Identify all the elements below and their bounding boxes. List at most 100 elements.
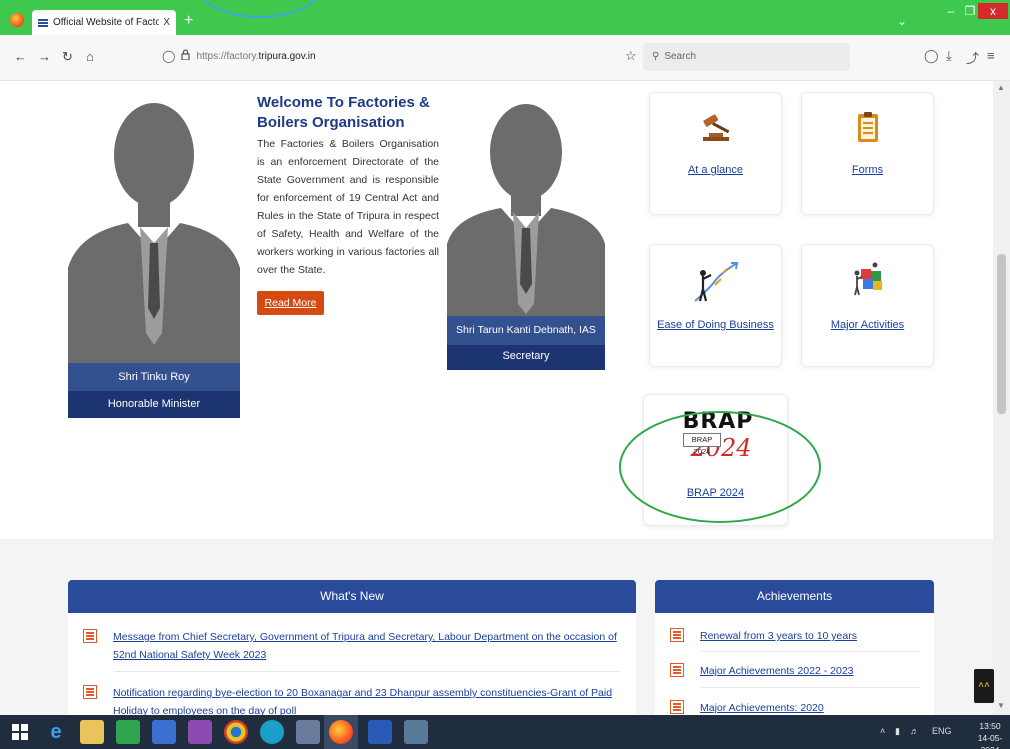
achievement-item[interactable]: Renewal from 3 years to 10 years bbox=[670, 627, 919, 645]
secretary-photo bbox=[447, 94, 605, 316]
app-icon[interactable] bbox=[152, 720, 176, 744]
minimize-button[interactable]: – bbox=[944, 3, 958, 19]
chrome-icon[interactable] bbox=[224, 720, 248, 744]
reload-icon[interactable]: ↻ bbox=[62, 49, 73, 65]
achievement-item-text[interactable]: Major Achievements: 2020 bbox=[700, 699, 824, 715]
language-indicator[interactable]: ENG bbox=[932, 726, 952, 736]
page-content: Shri Tinku Roy Honorable Minister Welcom… bbox=[0, 81, 993, 715]
scroll-up-icon[interactable]: ▲ bbox=[997, 83, 1005, 92]
secretary-card: Shri Tarun Kanti Debnath, IAS Secretary bbox=[447, 94, 605, 370]
clock-date: 14-05-2024 bbox=[977, 733, 1003, 749]
back-arrow-icon[interactable]: ← bbox=[14, 49, 27, 64]
achievement-item-text[interactable]: Renewal from 3 years to 10 years bbox=[700, 627, 857, 645]
browser-navbar: ← → ↻ ⌂ ◯ https://factory. tripura.gov.in… bbox=[0, 35, 1010, 81]
divider bbox=[701, 687, 919, 688]
document-icon bbox=[83, 685, 97, 699]
tab-close-icon[interactable]: X bbox=[163, 17, 170, 28]
back-to-top-button[interactable]: ˄˄ bbox=[974, 669, 994, 703]
forward-arrow-icon[interactable]: → bbox=[38, 49, 51, 64]
taskbar-clock[interactable]: 13:50 14-05-2024 bbox=[970, 720, 1010, 749]
whats-new-heading: What's New bbox=[68, 580, 636, 613]
volume-icon[interactable]: ♬ bbox=[910, 726, 919, 736]
secretary-name: Shri Tarun Kanti Debnath, IAS bbox=[447, 316, 605, 345]
tile-ease-of-doing-business[interactable]: Ease of Doing Business bbox=[649, 244, 782, 367]
tab-list-chevron-icon[interactable]: ⌄ bbox=[897, 14, 907, 28]
document-icon bbox=[83, 629, 97, 643]
divider bbox=[701, 651, 919, 652]
minister-card: Shri Tinku Roy Honorable Minister bbox=[68, 93, 240, 418]
address-bar[interactable]: ◯ https://factory. tripura.gov.in bbox=[162, 49, 316, 63]
firefox-taskbar-icon[interactable] bbox=[329, 720, 353, 744]
pocket-icon[interactable]: ◯ bbox=[924, 48, 939, 64]
app-icon[interactable] bbox=[188, 720, 212, 744]
tab-title: Official Website of Factories an bbox=[53, 17, 160, 28]
tile-forms[interactable]: Forms bbox=[801, 92, 934, 215]
news-item-text[interactable]: Notification regarding bye-election to 2… bbox=[113, 684, 621, 715]
lock-icon bbox=[181, 49, 191, 63]
ease-of-doing-business-link[interactable]: Ease of Doing Business bbox=[650, 319, 781, 331]
clock-time: 13:50 bbox=[979, 721, 1001, 731]
minister-designation: Honorable Minister bbox=[68, 391, 240, 418]
achievement-item[interactable]: Major Achievements: 2020 bbox=[670, 699, 919, 715]
secretary-designation: Secretary bbox=[447, 345, 605, 370]
search-input[interactable]: ⚲ Search bbox=[643, 43, 850, 71]
scroll-down-icon[interactable]: ▼ bbox=[997, 701, 1005, 710]
menu-icon[interactable]: ≡ bbox=[987, 48, 995, 63]
welcome-title: Welcome To Factories & Boilers Organisat… bbox=[257, 94, 430, 131]
shield-icon: ◯ bbox=[162, 49, 176, 63]
scroll-thumb[interactable] bbox=[997, 254, 1006, 414]
screen: Official Website of Factories an X + ⌄ –… bbox=[0, 0, 1010, 749]
highlight-circle bbox=[619, 411, 821, 523]
home-icon[interactable]: ⌂ bbox=[86, 49, 94, 64]
welcome-body: The Factories & Boilers Organisation is … bbox=[257, 138, 439, 276]
maximize-button[interactable]: ❐ bbox=[963, 3, 977, 19]
whats-new-panel: What's New Message from Chief Secretary,… bbox=[68, 580, 636, 715]
tile-major-activities[interactable]: Major Activities bbox=[801, 244, 934, 367]
page-scrollbar[interactable]: ▲ ▼ bbox=[993, 81, 1010, 715]
browser-tab[interactable]: Official Website of Factories an X bbox=[32, 10, 176, 35]
search-placeholder: Search bbox=[664, 51, 697, 62]
window-close-button[interactable]: x bbox=[978, 3, 1008, 19]
at-a-glance-link[interactable]: At a glance bbox=[650, 164, 781, 176]
download-icon[interactable]: ⤓ bbox=[946, 48, 952, 64]
tile-at-a-glance[interactable]: At a glance bbox=[649, 92, 782, 215]
search-icon: ⚲ bbox=[652, 51, 660, 62]
firefox-active-task[interactable] bbox=[324, 715, 358, 749]
divider bbox=[114, 671, 621, 672]
store-icon[interactable] bbox=[116, 720, 140, 744]
network-icon[interactable]: ▮ bbox=[895, 726, 900, 737]
internet-explorer-icon[interactable]: e bbox=[44, 720, 68, 744]
tray-chevron-icon[interactable]: ˄ bbox=[880, 726, 885, 736]
major-activities-link[interactable]: Major Activities bbox=[802, 319, 933, 331]
news-item[interactable]: Notification regarding bye-election to 2… bbox=[83, 684, 621, 715]
achievements-panel: Achievements Renewal from 3 years to 10 … bbox=[655, 580, 934, 715]
news-section: What's New Message from Chief Secretary,… bbox=[0, 539, 993, 715]
minister-photo bbox=[68, 93, 240, 363]
edge-icon[interactable] bbox=[260, 720, 284, 744]
site-favicon-icon bbox=[38, 18, 48, 28]
share-icon[interactable]: ⤴ bbox=[966, 48, 979, 67]
achievement-item-text[interactable]: Major Achievements 2022 - 2023 bbox=[700, 662, 854, 680]
minister-name: Shri Tinku Roy bbox=[68, 363, 240, 391]
read-more-button[interactable]: Read More bbox=[257, 291, 324, 315]
welcome-section: Welcome To Factories & Boilers Organisat… bbox=[257, 93, 439, 279]
news-item[interactable]: Message from Chief Secretary, Government… bbox=[83, 628, 621, 664]
gavel-icon bbox=[702, 114, 729, 141]
document-icon bbox=[670, 663, 684, 677]
achievement-item[interactable]: Major Achievements 2022 - 2023 bbox=[670, 662, 919, 680]
url-prefix: https://factory. bbox=[196, 50, 259, 62]
bookmark-star-icon[interactable]: ☆ bbox=[625, 48, 637, 64]
word-icon[interactable] bbox=[368, 720, 392, 744]
url-host: tripura.gov.in bbox=[258, 50, 316, 62]
app-icon[interactable] bbox=[296, 720, 320, 744]
clipboard-icon bbox=[857, 112, 878, 142]
paint-icon[interactable] bbox=[404, 720, 428, 744]
windows-start-icon[interactable] bbox=[8, 720, 32, 744]
windows-taskbar: e ˄ ▮ ♬ ENG 13:50 14-05-2024 bbox=[0, 715, 1010, 749]
new-tab-button[interactable]: + bbox=[184, 12, 193, 30]
forms-link[interactable]: Forms bbox=[802, 164, 933, 176]
file-explorer-icon[interactable] bbox=[80, 720, 104, 744]
news-item-text[interactable]: Message from Chief Secretary, Government… bbox=[113, 628, 621, 664]
firefox-icon[interactable] bbox=[10, 13, 24, 27]
business-growth-icon bbox=[693, 262, 738, 302]
